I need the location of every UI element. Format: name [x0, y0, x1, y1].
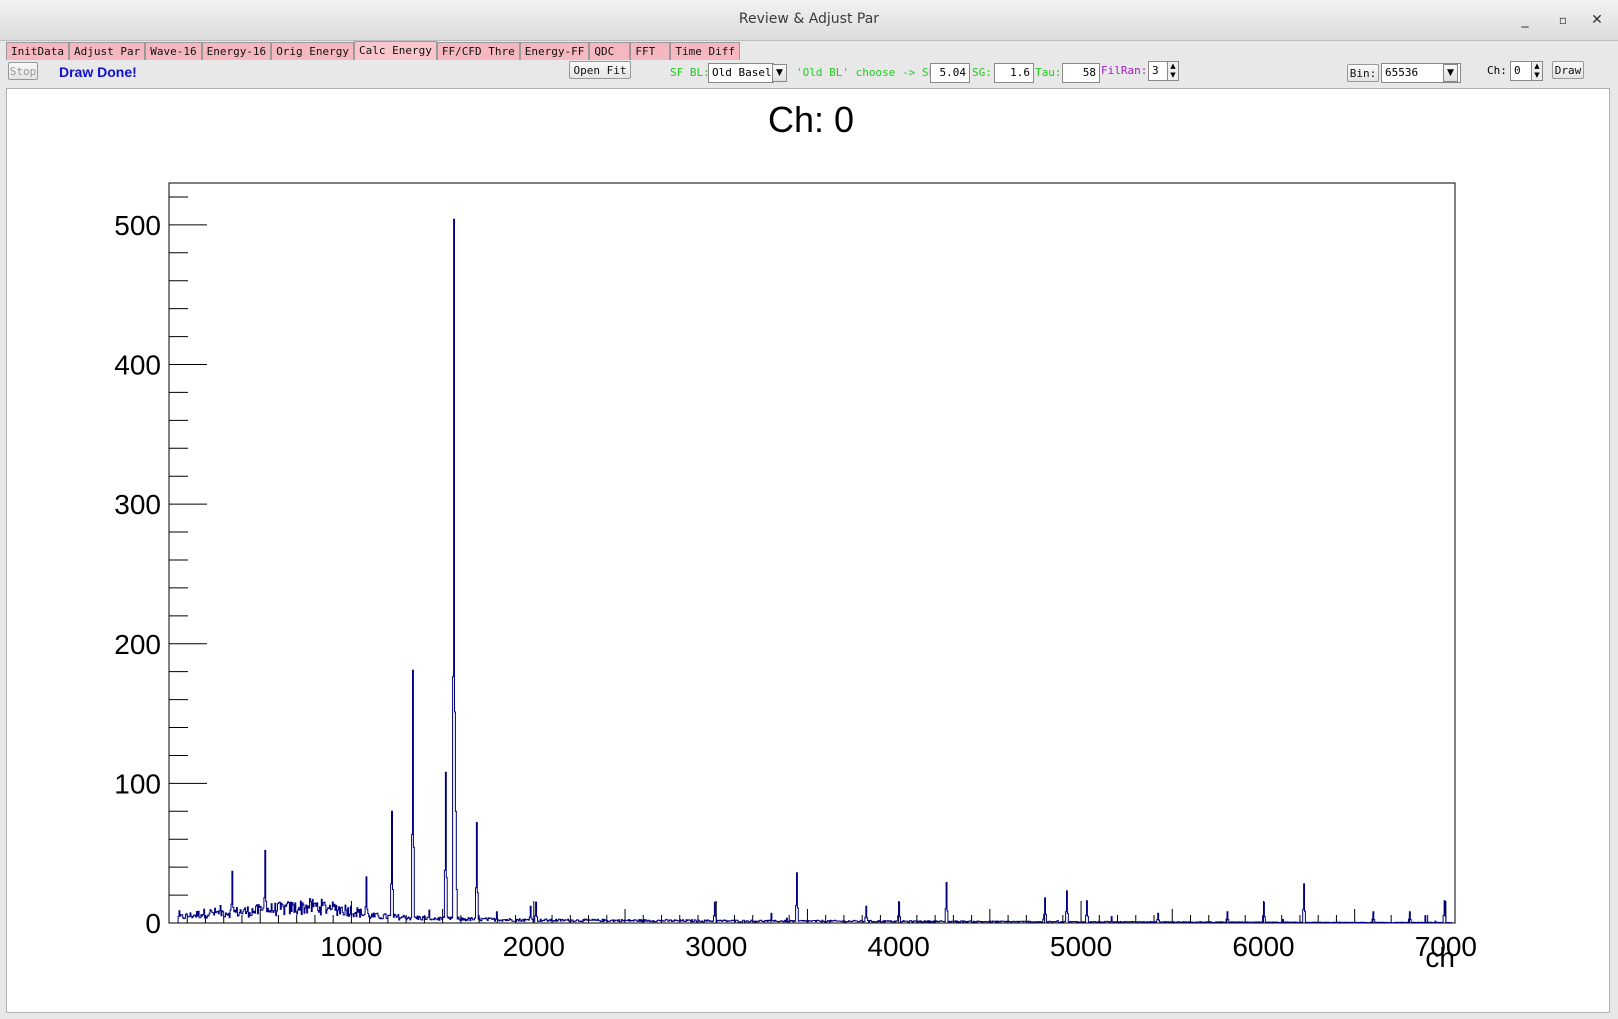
- histogram-line: [177, 218, 1453, 924]
- plot-canvas[interactable]: Ch: 0 0 100 200 300 400 500 1000 2000 3000 4000 5…: [6, 88, 1610, 1013]
- ch-input[interactable]: 0: [1510, 61, 1532, 81]
- y-tick-label: 400: [114, 350, 161, 381]
- y-tick-label: 0: [145, 908, 161, 939]
- close-icon[interactable]: ✕: [1586, 9, 1608, 31]
- sg-label: SG:: [972, 66, 992, 79]
- sg-input[interactable]: 1.6: [994, 63, 1034, 83]
- ch-label: Ch:: [1487, 64, 1507, 77]
- stop-button[interactable]: Stop: [8, 62, 38, 80]
- status-text: Draw Done!: [59, 64, 137, 80]
- x-tick-label: 2000: [503, 931, 565, 962]
- tab-ff-cfd-thre[interactable]: FF/CFD Thre: [436, 42, 520, 60]
- y-axis: 0 100 200 300 400 500: [114, 196, 207, 939]
- toolbar: Stop Draw Done! Open Fit SF BL: Old Base…: [0, 60, 1618, 88]
- tab-time-diff[interactable]: Time Diff: [670, 42, 740, 60]
- x-tick-label: 3000: [685, 931, 747, 962]
- tab-initdata[interactable]: InitData: [6, 42, 69, 60]
- tab-energy-16[interactable]: Energy-16: [201, 42, 272, 60]
- draw-button[interactable]: Draw: [1552, 61, 1584, 79]
- y-tick-label: 500: [114, 210, 161, 241]
- tab-fft[interactable]: FFT: [630, 42, 671, 60]
- sl-input[interactable]: 5.04: [930, 63, 970, 83]
- sf-bl-label: SF BL:: [670, 66, 710, 79]
- sf-bl-select[interactable]: Old Baseli: [708, 63, 774, 83]
- plot-frame: [168, 182, 1456, 924]
- minimize-icon[interactable]: _: [1514, 9, 1536, 31]
- filran-input[interactable]: 3: [1148, 61, 1168, 81]
- window-titlebar: Review & Adjust Par _ ▫ ✕: [0, 0, 1618, 41]
- tau-input[interactable]: 58: [1062, 63, 1100, 83]
- tab-bar: InitData Adjust Par Wave-16 Energy-16 Orig E…: [6, 41, 740, 60]
- x-tick-label: 4000: [867, 931, 929, 962]
- x-axis: 1000 2000 3000 4000 5000 6000 7000: [186, 901, 1477, 962]
- sf-bl-dropdown-icon[interactable]: ▼: [772, 64, 787, 82]
- tab-orig-energy[interactable]: Orig Energy: [271, 42, 355, 60]
- open-fit-button[interactable]: Open Fit: [569, 61, 631, 79]
- baseline-hint-label: 'Old BL' choose -> SL:: [796, 66, 942, 79]
- bin-label-button[interactable]: Bin:: [1347, 64, 1379, 82]
- filran-label: FilRan:: [1101, 64, 1148, 77]
- histogram-chart[interactable]: Ch: 0 0 100 200 300 400 500 1000 2000 3000 4000 5…: [7, 89, 1609, 1012]
- y-tick-label: 300: [114, 489, 161, 520]
- filran-stepper[interactable]: ▲ ▼: [1167, 61, 1179, 81]
- tau-label: Tau:: [1035, 66, 1062, 79]
- window-title: Review & Adjust Par: [738, 11, 880, 27]
- maximize-icon[interactable]: ▫: [1552, 9, 1574, 31]
- tab-energy-ff[interactable]: Energy-FF: [519, 42, 590, 60]
- ch-stepper[interactable]: ▲ ▼: [1531, 61, 1543, 81]
- x-tick-label: 5000: [1050, 931, 1112, 962]
- bin-dropdown-icon[interactable]: ▼: [1443, 64, 1458, 82]
- tab-adjust-par[interactable]: Adjust Par: [68, 42, 146, 60]
- tab-qdc[interactable]: QDC: [589, 42, 631, 60]
- x-axis-label: ch: [1425, 942, 1455, 973]
- x-tick-label: 1000: [320, 931, 382, 962]
- tab-calc-energy[interactable]: Calc Energy: [354, 41, 437, 60]
- x-tick-label: 6000: [1232, 931, 1294, 962]
- y-tick-label: 100: [114, 768, 161, 799]
- tab-wave-16[interactable]: Wave-16: [145, 42, 202, 60]
- y-tick-label: 200: [114, 629, 161, 660]
- chart-title: Ch: 0: [768, 99, 854, 140]
